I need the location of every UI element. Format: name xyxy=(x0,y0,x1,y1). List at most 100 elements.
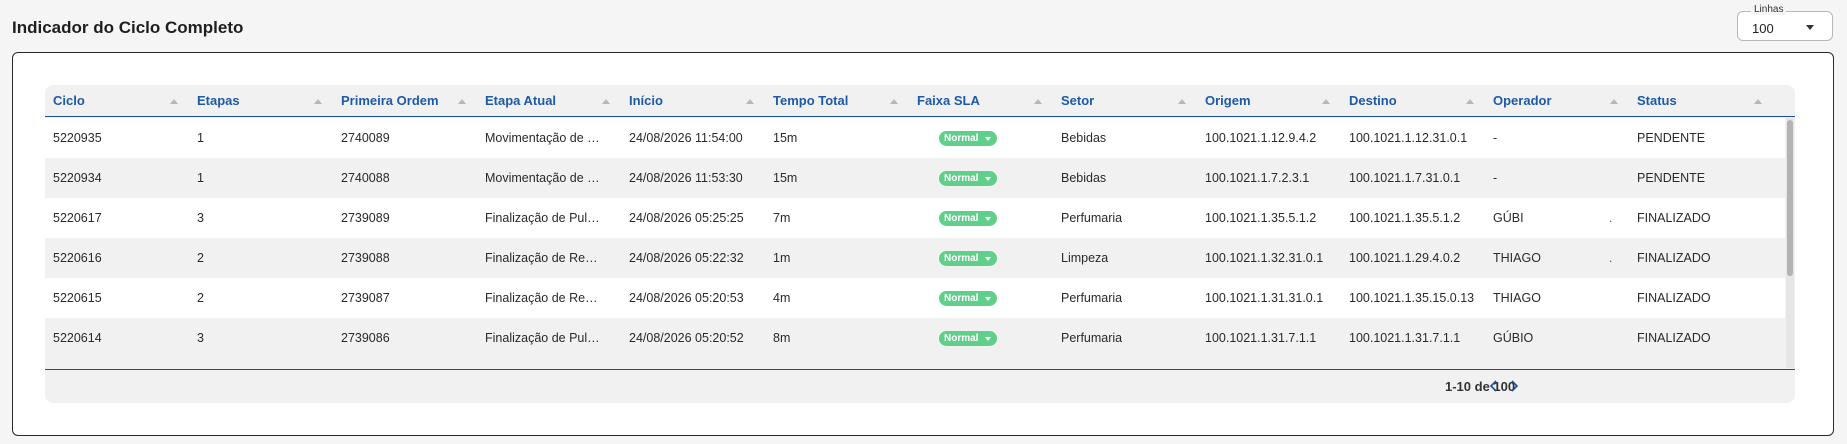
chevron-down-icon xyxy=(985,177,991,181)
sort-icon[interactable] xyxy=(890,99,898,104)
column-header-label: Operador xyxy=(1493,93,1552,108)
cell-inicio: 24/08/2026 05:22:32 xyxy=(629,251,744,265)
cell-tempo-total: 15m xyxy=(773,131,798,145)
cell-setor: Bebidas xyxy=(1061,171,1107,185)
table-row[interactable]: 5220615 2 2739087 Finalização de Ress... 24/… xyxy=(45,278,1785,318)
cell-operador: GÚBI xyxy=(1493,211,1524,225)
table-header: Ciclo Etapas Primeira Ordem Etapa Atual Iníc… xyxy=(45,85,1795,117)
column-header[interactable]: Primeira Ordem xyxy=(333,85,477,117)
table-footer: 1-10 de 100 xyxy=(45,369,1795,403)
cell-status: FINALIZADO xyxy=(1637,331,1711,345)
cell-setor: Limpeza xyxy=(1061,251,1109,265)
cell-primeira-ordem: 2739087 xyxy=(341,291,390,305)
sla-status-label: Normal xyxy=(944,253,979,264)
chevron-down-icon xyxy=(985,297,991,301)
sort-icon[interactable] xyxy=(1610,99,1618,104)
cell-primeira-ordem: 2739088 xyxy=(341,251,390,265)
cell-setor: Perfumaria xyxy=(1061,291,1123,305)
sla-status-label: Normal xyxy=(944,213,979,224)
column-header[interactable]: Tempo Total xyxy=(765,85,909,117)
cell-destino: 100.1021.1.29.4.0.2 xyxy=(1349,251,1461,265)
sla-status-label: Normal xyxy=(944,293,979,304)
cell-ciclo: 5220615 xyxy=(53,291,102,305)
column-header-label: Etapas xyxy=(197,93,240,108)
sort-icon[interactable] xyxy=(746,99,754,104)
column-header-label: Origem xyxy=(1205,93,1251,108)
cell-origem: 100.1021.1.31.7.1.1 xyxy=(1205,331,1317,345)
cell-etapa-atual: Movimentação de P... xyxy=(485,131,601,145)
column-header[interactable]: Operador xyxy=(1485,85,1629,117)
sla-status-label: Normal xyxy=(944,173,979,184)
cell-tempo-total: 4m xyxy=(773,291,791,305)
cell-inicio: 24/08/2026 05:25:25 xyxy=(629,211,744,225)
cell-destino: 100.1021.1.35.15.0.13 xyxy=(1349,291,1475,305)
column-header[interactable]: Início xyxy=(621,85,765,117)
table-row[interactable]: 5220616 2 2739088 Finalização de Ress... 24/… xyxy=(45,238,1785,278)
cell-ciclo: 5220934 xyxy=(53,171,102,185)
sort-icon[interactable] xyxy=(170,99,178,104)
chevron-down-icon xyxy=(985,337,991,341)
cell-ciclo: 5220935 xyxy=(53,131,102,145)
cell-destino: 100.1021.1.12.31.0.1 xyxy=(1349,131,1468,145)
table-scrollbar[interactable] xyxy=(1786,118,1794,368)
cell-etapas: 2 xyxy=(197,251,204,265)
column-header[interactable]: Ciclo xyxy=(45,85,189,117)
cell-setor: Perfumaria xyxy=(1061,211,1123,225)
cell-destino: 100.1021.1.7.31.0.1 xyxy=(1349,171,1461,185)
cell-etapas: 1 xyxy=(197,171,204,185)
chevron-down-icon xyxy=(985,137,991,141)
sort-icon[interactable] xyxy=(314,99,322,104)
chevron-left-icon[interactable] xyxy=(1485,377,1503,395)
cell-tempo-total: 7m xyxy=(773,211,791,225)
table-row[interactable]: 5220617 3 2739089 Finalização de Pulm... 24/… xyxy=(45,198,1785,238)
column-header[interactable]: Etapas xyxy=(189,85,333,117)
cell-status: PENDENTE xyxy=(1637,171,1706,185)
table-row[interactable]: 5220614 3 2739086 Finalização de Pulm... 24/… xyxy=(45,318,1785,358)
cell-etapa-atual: Finalização de Pulm... xyxy=(485,211,601,225)
sla-status-badge[interactable]: Normal xyxy=(939,131,997,146)
sla-status-badge[interactable]: Normal xyxy=(939,211,997,226)
cell-etapa-atual: Finalização de Ress... xyxy=(485,291,601,305)
cell-inicio: 24/08/2026 05:20:53 xyxy=(629,291,744,305)
column-header[interactable]: Destino xyxy=(1341,85,1485,117)
table-row[interactable]: 5220934 1 2740088 Movimentação de P... 24/08… xyxy=(45,158,1785,198)
cell-origem: 100.1021.1.32.31.0.1 xyxy=(1205,251,1324,265)
column-header[interactable]: Faixa SLA xyxy=(909,85,1053,117)
column-header[interactable]: Etapa Atual xyxy=(477,85,621,117)
sort-icon[interactable] xyxy=(602,99,610,104)
sort-icon[interactable] xyxy=(1466,99,1474,104)
operator-marker: . xyxy=(1609,211,1613,225)
cell-origem: 100.1021.1.31.31.0.1 xyxy=(1205,291,1324,305)
rows-per-page-select[interactable]: Linhas 100 xyxy=(1737,4,1833,41)
sla-status-badge[interactable]: Normal xyxy=(939,291,997,306)
sla-status-badge[interactable]: Normal xyxy=(939,171,997,186)
column-header[interactable]: Origem xyxy=(1197,85,1341,117)
cell-etapas: 1 xyxy=(197,131,204,145)
cell-status: FINALIZADO xyxy=(1637,251,1711,265)
column-header-label: Faixa SLA xyxy=(917,93,980,108)
sla-status-badge[interactable]: Normal xyxy=(939,251,997,266)
table-row[interactable]: 5220935 1 2740089 Movimentação de P... 24/08… xyxy=(45,118,1785,158)
column-header[interactable]: Status xyxy=(1629,85,1773,117)
sort-icon[interactable] xyxy=(1034,99,1042,104)
column-header-label: Início xyxy=(629,93,663,108)
cell-tempo-total: 1m xyxy=(773,251,791,265)
scrollbar-thumb[interactable] xyxy=(1787,120,1793,276)
column-header-label: Tempo Total xyxy=(773,93,849,108)
cell-inicio: 24/08/2026 05:20:52 xyxy=(629,331,744,345)
sla-status-badge[interactable]: Normal xyxy=(939,331,997,346)
cell-etapas: 3 xyxy=(197,211,204,225)
cell-origem: 100.1021.1.7.2.3.1 xyxy=(1205,171,1310,185)
chevron-right-icon[interactable] xyxy=(1505,377,1523,395)
cell-tempo-total: 15m xyxy=(773,171,798,185)
column-header[interactable]: Setor xyxy=(1053,85,1197,117)
sort-icon[interactable] xyxy=(458,99,466,104)
cell-setor: Perfumaria xyxy=(1061,331,1123,345)
table-body: 5220935 1 2740089 Movimentação de P... 24/08… xyxy=(45,118,1785,365)
sort-icon[interactable] xyxy=(1754,99,1762,104)
cell-etapa-atual: Finalização de Ress... xyxy=(485,251,601,265)
cell-primeira-ordem: 2739086 xyxy=(341,331,390,345)
sort-icon[interactable] xyxy=(1178,99,1186,104)
sort-icon[interactable] xyxy=(1322,99,1330,104)
cell-primeira-ordem: 2739089 xyxy=(341,211,390,225)
